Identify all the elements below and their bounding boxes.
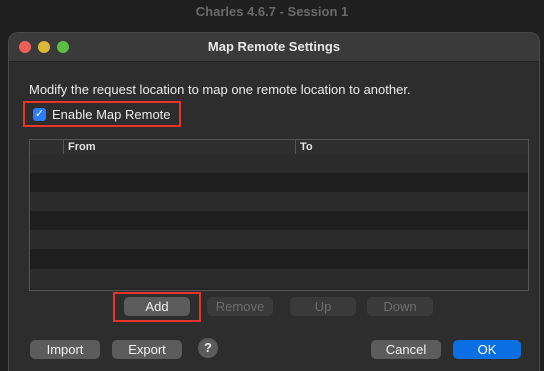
table-row xyxy=(30,154,528,174)
move-down-button[interactable]: Down xyxy=(367,297,433,316)
table-row xyxy=(30,173,528,193)
enable-map-remote-label[interactable]: Enable Map Remote xyxy=(52,107,171,122)
dialog-titlebar[interactable]: Map Remote Settings xyxy=(9,33,539,62)
table-row xyxy=(30,211,528,231)
column-header-to[interactable]: To xyxy=(296,140,528,154)
checkmark-icon: ✓ xyxy=(34,108,45,120)
enable-map-remote-checkbox[interactable]: ✓ xyxy=(33,108,46,121)
table-rows xyxy=(30,154,528,288)
help-icon[interactable]: ? xyxy=(198,338,218,358)
table-row xyxy=(30,230,528,250)
import-button[interactable]: Import xyxy=(30,340,100,359)
table-row xyxy=(30,268,528,288)
dialog-description: Modify the request location to map one r… xyxy=(29,82,411,97)
app-window-title: Charles 4.6.7 - Session 1 xyxy=(195,4,349,19)
table-header: From To xyxy=(30,140,528,155)
add-button[interactable]: Add xyxy=(124,297,190,316)
move-up-button[interactable]: Up xyxy=(290,297,356,316)
table-row xyxy=(30,192,528,212)
column-header-from[interactable]: From xyxy=(64,140,296,154)
table-row xyxy=(30,249,528,269)
dialog-title: Map Remote Settings xyxy=(207,39,341,54)
mappings-table[interactable]: From To xyxy=(29,139,529,291)
remove-button[interactable]: Remove xyxy=(207,297,273,316)
cancel-button[interactable]: Cancel xyxy=(371,340,441,359)
map-remote-dialog: Map Remote Settings Modify the request l… xyxy=(8,32,540,371)
ok-button[interactable]: OK xyxy=(453,340,521,359)
enable-map-remote-highlight: ✓ Enable Map Remote xyxy=(23,101,181,127)
column-header-enabled[interactable] xyxy=(30,140,64,154)
export-button[interactable]: Export xyxy=(112,340,182,359)
